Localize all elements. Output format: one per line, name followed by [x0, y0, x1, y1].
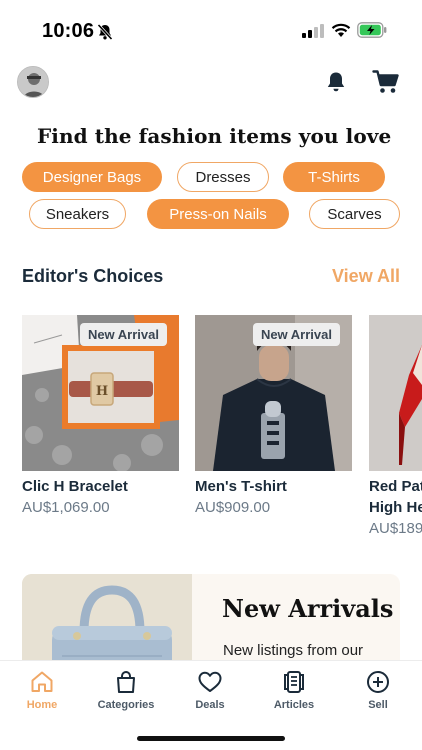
status-bar: 10:06 — [0, 0, 422, 60]
product-image-tshirt[interactable]: New Arrival — [195, 315, 352, 471]
chip-dresses[interactable]: Dresses — [177, 162, 269, 192]
page-headline: Find the fashion items you love — [37, 124, 392, 148]
new-arrival-badge: New Arrival — [79, 323, 167, 346]
shopping-cart-icon[interactable] — [372, 69, 400, 100]
silent-mode-icon — [96, 23, 114, 46]
heart-icon — [198, 671, 222, 692]
plus-circle-icon — [367, 671, 389, 693]
chip-scarves[interactable]: Scarves — [309, 199, 400, 229]
tab-sell[interactable]: Sell — [336, 661, 420, 721]
tab-label: Deals — [195, 699, 225, 711]
status-time: 10:06 — [42, 20, 95, 42]
chip-designer-bags[interactable]: Designer Bags — [22, 162, 162, 192]
banner-title: New Arrivals — [222, 594, 394, 623]
wifi-icon — [331, 22, 351, 43]
tab-home[interactable]: Home — [0, 661, 84, 721]
home-icon — [31, 671, 53, 692]
tab-label: Articles — [273, 699, 315, 711]
tab-label: Home — [26, 699, 58, 711]
product-name-line2[interactable]: High He — [369, 499, 422, 516]
chip-sneakers[interactable]: Sneakers — [29, 199, 126, 229]
articles-icon — [284, 671, 304, 693]
product-price: AU$1,069.00 — [22, 499, 110, 516]
cellular-signal-icon — [302, 24, 324, 43]
tab-categories[interactable]: Categories — [84, 661, 168, 721]
battery-charging-icon — [357, 22, 387, 43]
chip-t-shirts[interactable]: T-Shirts — [283, 162, 385, 192]
tab-deals[interactable]: Deals — [168, 661, 252, 721]
notifications-bell-icon[interactable] — [324, 70, 348, 99]
avatar[interactable] — [17, 66, 49, 98]
product-image-red-heels[interactable] — [369, 315, 422, 471]
svg-text:H: H — [96, 384, 108, 399]
chip-press-on-nails[interactable]: Press-on Nails — [147, 199, 289, 229]
tab-label: Categories — [97, 699, 155, 711]
product-price: AU$909.00 — [195, 499, 271, 516]
product-name[interactable]: Men's T-shirt — [195, 478, 287, 495]
banner-subtitle: New listings from our — [223, 642, 364, 659]
view-all-link[interactable]: View All — [332, 266, 400, 287]
product-name[interactable]: Clic H Bracelet — [22, 478, 128, 495]
home-indicator[interactable] — [137, 736, 285, 741]
tab-label: Sell — [368, 699, 388, 711]
new-arrival-badge: New Arrival — [252, 323, 340, 346]
bag-icon — [117, 671, 135, 693]
product-name[interactable]: Red Pat — [369, 478, 422, 495]
product-image-bracelet[interactable]: H New Arrival — [22, 315, 179, 471]
product-price: AU$189 — [369, 520, 422, 537]
section-title-editors-choices: Editor's Choices — [22, 266, 164, 286]
tab-articles[interactable]: Articles — [252, 661, 336, 721]
